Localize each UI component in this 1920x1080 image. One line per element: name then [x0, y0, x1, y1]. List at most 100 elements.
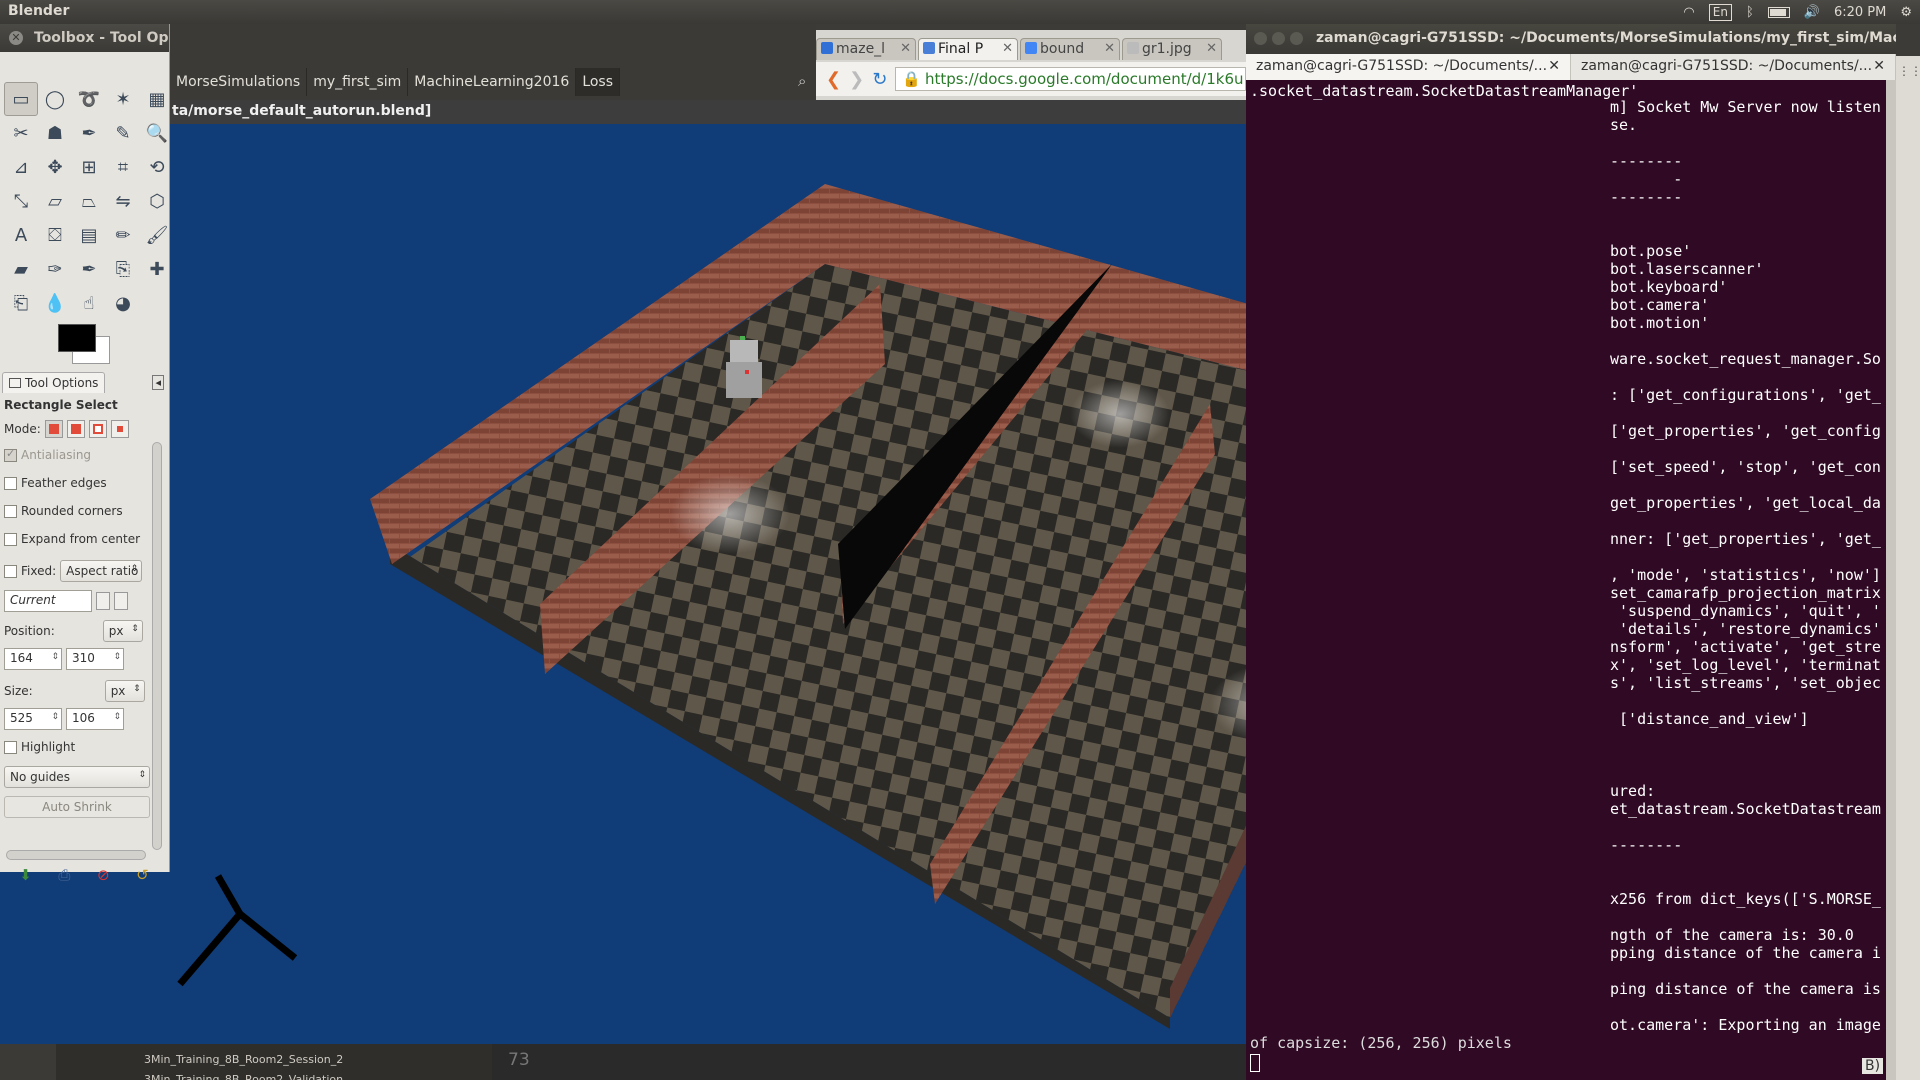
- tab-menu-button[interactable]: ◂: [152, 374, 164, 390]
- paintbrush-icon[interactable]: 🖌: [140, 218, 174, 252]
- fixed-value-input[interactable]: Current: [4, 590, 92, 612]
- close-icon[interactable]: ✕: [900, 41, 911, 56]
- text-icon[interactable]: A: [4, 218, 38, 252]
- back-button[interactable]: ❮: [826, 69, 841, 90]
- fixed-select[interactable]: Aspect ratio: [60, 560, 143, 582]
- blur-icon[interactable]: 💧: [38, 286, 72, 320]
- browser-tab[interactable]: gr1.jpg ✕: [1122, 38, 1222, 60]
- color-picker-icon[interactable]: ✎: [106, 116, 140, 150]
- rotate-icon[interactable]: ⟲: [140, 150, 174, 184]
- pencil-icon[interactable]: ✏: [106, 218, 140, 252]
- terminal-output[interactable]: m] Socket Mw Server now listen se. ------…: [1610, 98, 1910, 1058]
- align-icon[interactable]: ⊞: [72, 150, 106, 184]
- position-y-input[interactable]: 310: [66, 648, 124, 670]
- terminal-tab[interactable]: zaman@cagri-G751SSD: ~/Documents/... ✕: [1246, 54, 1571, 80]
- shear-icon[interactable]: ▱: [38, 184, 72, 218]
- tab-machine-learning[interactable]: MachineLearning2016: [408, 68, 577, 96]
- ellipse-select-icon[interactable]: ◯: [38, 82, 72, 116]
- browser-tab[interactable]: maze_l ✕: [816, 38, 916, 60]
- list-item[interactable]: 3Min_Training_8B_Room2_Session_2: [144, 1050, 492, 1070]
- close-icon[interactable]: ✕: [1104, 41, 1115, 56]
- expand-from-center-checkbox[interactable]: [4, 532, 17, 546]
- tab-loss[interactable]: Loss: [576, 68, 621, 96]
- minimize-icon[interactable]: [1272, 32, 1285, 45]
- mode-subtract-button[interactable]: [88, 420, 107, 438]
- close-icon[interactable]: ✕: [9, 31, 23, 45]
- heal-icon[interactable]: ✚: [140, 252, 174, 286]
- reload-button[interactable]: ↻: [872, 69, 887, 90]
- ink-icon[interactable]: ✒: [72, 252, 106, 286]
- maximize-icon[interactable]: [1290, 32, 1303, 45]
- bucket-fill-icon[interactable]: ⛋: [38, 218, 72, 252]
- restore-options-icon[interactable]: ⎙: [58, 866, 70, 888]
- bluetooth-icon[interactable]: ᛒ: [1746, 5, 1754, 20]
- fixed-checkbox[interactable]: [4, 564, 17, 578]
- keyboard-layout-indicator[interactable]: En: [1708, 3, 1732, 21]
- close-icon[interactable]: ✕: [1548, 58, 1560, 74]
- browser-tab[interactable]: Final P ✕: [918, 38, 1018, 60]
- feather-edges-checkbox[interactable]: [4, 476, 17, 490]
- perspective-clone-icon[interactable]: ⎗: [4, 286, 38, 320]
- measure-icon[interactable]: ⊿: [4, 150, 38, 184]
- mode-intersect-button[interactable]: [110, 420, 129, 438]
- robot[interactable]: [726, 336, 762, 398]
- grid-icon[interactable]: ⋮⋮: [1898, 64, 1920, 78]
- close-icon[interactable]: [1254, 32, 1267, 45]
- free-select-icon[interactable]: ➰: [72, 82, 106, 116]
- dodge-burn-icon[interactable]: ◕: [106, 286, 140, 320]
- rect-select-icon[interactable]: ▭: [4, 82, 38, 116]
- list-item[interactable]: 3Min_Training_8B_Room2_Validation: [144, 1070, 492, 1080]
- clock[interactable]: 6:20 PM: [1834, 5, 1886, 20]
- volume-icon[interactable]: 🔊: [1804, 5, 1820, 20]
- flip-icon[interactable]: ⇋: [106, 184, 140, 218]
- rounded-corners-checkbox[interactable]: [4, 504, 17, 518]
- tab-tool-options[interactable]: Tool Options: [2, 371, 106, 393]
- browser-tab[interactable]: bound ✕: [1020, 38, 1120, 60]
- clone-icon[interactable]: ⎘: [106, 252, 140, 286]
- zoom-icon[interactable]: 🔍: [140, 116, 174, 150]
- tab-morse-simulations[interactable]: MorseSimulations: [170, 68, 308, 96]
- fuzzy-select-icon[interactable]: ✶: [106, 82, 140, 116]
- scissors-icon[interactable]: ✂: [4, 116, 38, 150]
- wifi-icon[interactable]: ◠: [1683, 5, 1694, 20]
- highlight-checkbox[interactable]: [4, 740, 17, 754]
- size-h-input[interactable]: 106: [66, 708, 124, 730]
- antialiasing-checkbox[interactable]: [4, 447, 17, 462]
- search-icon[interactable]: ⌕: [798, 72, 806, 90]
- reset-options-icon[interactable]: ↺: [136, 866, 149, 888]
- save-options-icon[interactable]: ⬇: [19, 866, 32, 888]
- close-icon[interactable]: ✕: [1873, 58, 1885, 74]
- delete-options-icon[interactable]: ⊘: [97, 866, 110, 888]
- blend-icon[interactable]: ▤: [72, 218, 106, 252]
- position-x-input[interactable]: 164: [4, 648, 62, 670]
- size-unit-select[interactable]: px: [104, 680, 145, 702]
- size-w-input[interactable]: 525: [4, 708, 62, 730]
- scrollbar[interactable]: [6, 850, 146, 860]
- paths-icon[interactable]: ✒: [72, 116, 106, 150]
- move-icon[interactable]: ✥: [38, 150, 72, 184]
- close-icon[interactable]: ✕: [1206, 41, 1217, 56]
- color-select-icon[interactable]: ▦: [140, 82, 174, 116]
- forward-button[interactable]: ❯: [849, 69, 864, 90]
- mode-add-button[interactable]: [66, 420, 85, 438]
- battery-icon[interactable]: [1767, 6, 1790, 18]
- cage-icon[interactable]: ⬡: [140, 184, 174, 218]
- crop-icon[interactable]: ⌗: [106, 150, 140, 184]
- foreground-color[interactable]: [58, 324, 96, 352]
- gear-icon[interactable]: ⚙: [1900, 5, 1912, 20]
- tab-my-first-sim[interactable]: my_first_sim: [307, 68, 409, 96]
- airbrush-icon[interactable]: ✑: [38, 252, 72, 286]
- scrollbar[interactable]: [1886, 80, 1896, 1080]
- address-bar[interactable]: 🔒 https://docs.google.com/document/d/1k6u: [895, 67, 1246, 91]
- portrait-icon[interactable]: [96, 592, 110, 610]
- auto-shrink-button[interactable]: Auto Shrink: [4, 796, 150, 818]
- close-icon[interactable]: ✕: [1002, 41, 1013, 56]
- position-unit-select[interactable]: px: [102, 620, 143, 642]
- mode-replace-button[interactable]: [44, 420, 63, 438]
- scale-icon[interactable]: ⤡: [4, 184, 38, 218]
- foreground-select-icon[interactable]: ☗: [38, 116, 72, 150]
- terminal-tab[interactable]: zaman@cagri-G751SSD: ~/Documents/... ✕: [1571, 54, 1896, 80]
- smudge-icon[interactable]: ☝: [72, 286, 106, 320]
- guides-select[interactable]: No guides: [4, 766, 150, 788]
- landscape-icon[interactable]: [114, 592, 128, 610]
